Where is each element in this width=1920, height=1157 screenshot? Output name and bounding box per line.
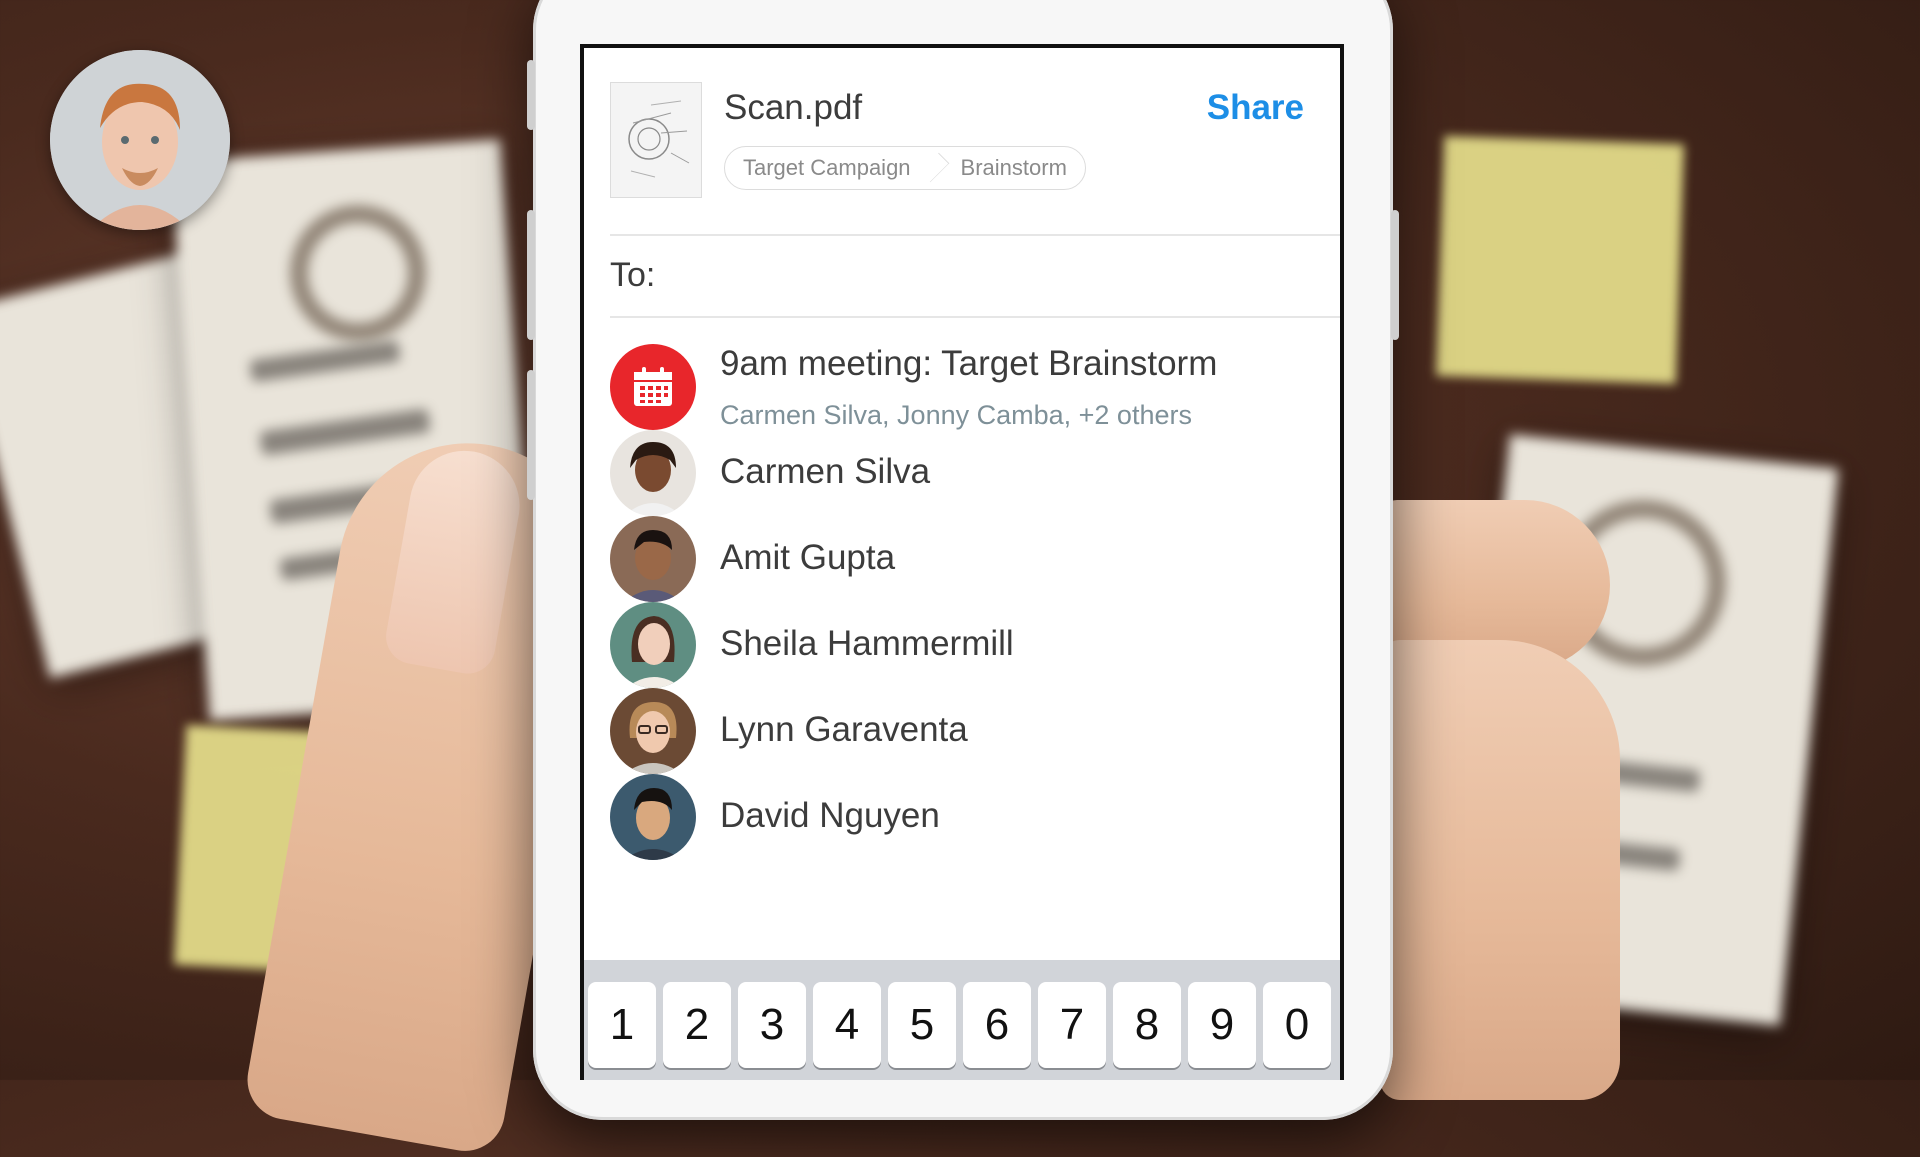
contact-name: David Nguyen: [720, 796, 940, 835]
calendar-icon: [610, 344, 696, 430]
contact-name: Carmen Silva: [720, 452, 931, 491]
suggestion-contact[interactable]: Lynn Garaventa: [610, 688, 1330, 778]
blurred-stamp: [290, 205, 426, 341]
contact-avatar: [610, 688, 696, 774]
file-thumbnail: [610, 82, 702, 198]
suggestion-meeting[interactable]: 9am meeting: Target Brainstorm Carmen Si…: [610, 344, 1330, 434]
share-sheet: Scan.pdf Share Target Campaign Brainstor…: [584, 48, 1340, 1080]
phone-volume-button: [527, 210, 535, 340]
suggestion-name: 9am meeting: Target Brainstorm: [720, 344, 1218, 383]
key-5[interactable]: 5: [888, 982, 956, 1068]
key-7[interactable]: 7: [1038, 982, 1106, 1068]
suggestion-contact[interactable]: Carmen Silva: [610, 430, 1330, 520]
key-3[interactable]: 3: [738, 982, 806, 1068]
phone-screen: Scan.pdf Share Target Campaign Brainstor…: [580, 44, 1344, 1080]
key-2[interactable]: 2: [663, 982, 731, 1068]
contact-name: Sheila Hammermill: [720, 624, 1014, 663]
number-keyboard: 1 2 3 4 5 6 7 8 9 0: [584, 960, 1340, 1080]
key-4[interactable]: 4: [813, 982, 881, 1068]
suggestion-contact[interactable]: Amit Gupta: [610, 516, 1330, 606]
blurred-sticky-note: [1435, 135, 1685, 385]
to-label: To:: [610, 256, 656, 294]
file-name: Scan.pdf: [724, 88, 863, 127]
breadcrumb-item-target-campaign[interactable]: Target Campaign: [725, 147, 929, 189]
presenter-avatar: [50, 50, 230, 230]
key-8[interactable]: 8: [1113, 982, 1181, 1068]
suggestion-contact[interactable]: Sheila Hammermill: [610, 602, 1330, 692]
recipient-divider: [610, 316, 1340, 318]
breadcrumb: Target Campaign Brainstorm: [724, 146, 1086, 190]
contact-avatar: [610, 516, 696, 602]
recipient-input[interactable]: [674, 248, 1298, 302]
suggestion-participants: Carmen Silva, Jonny Camba, +2 others: [720, 400, 1192, 430]
breadcrumb-separator-icon: [929, 147, 943, 189]
key-6[interactable]: 6: [963, 982, 1031, 1068]
contact-name: Lynn Garaventa: [720, 710, 968, 749]
key-1[interactable]: 1: [588, 982, 656, 1068]
share-button[interactable]: Share: [1207, 88, 1304, 128]
phone-volume-button: [527, 370, 535, 500]
key-0[interactable]: 0: [1263, 982, 1331, 1068]
contact-avatar: [610, 774, 696, 860]
suggestion-contact[interactable]: David Nguyen: [610, 774, 1330, 864]
header-divider: [610, 234, 1340, 236]
phone-side-button: [527, 60, 535, 130]
key-9[interactable]: 9: [1188, 982, 1256, 1068]
right-hand: [1380, 640, 1620, 1100]
phone-power-button: [1391, 210, 1399, 340]
contact-avatar: [610, 602, 696, 688]
contact-avatar: [610, 430, 696, 516]
contact-name: Amit Gupta: [720, 538, 896, 577]
breadcrumb-item-brainstorm[interactable]: Brainstorm: [943, 147, 1085, 189]
